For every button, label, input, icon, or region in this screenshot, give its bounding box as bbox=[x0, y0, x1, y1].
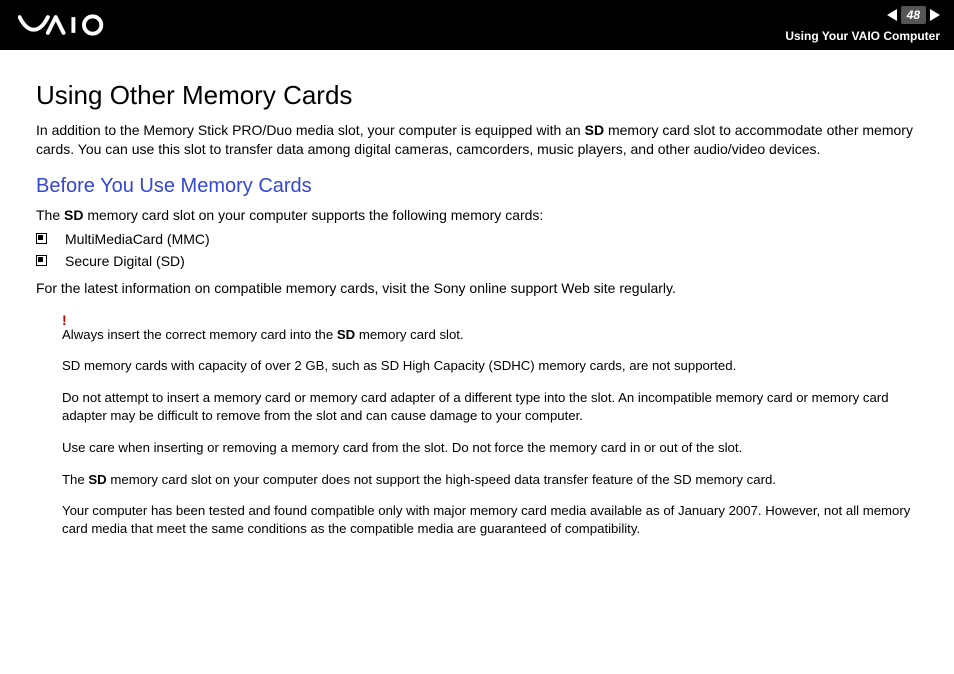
bullet-icon bbox=[36, 233, 47, 244]
latest-info: For the latest information on compatible… bbox=[36, 279, 918, 298]
section-label: Using Your VAIO Computer bbox=[785, 28, 940, 44]
intro-pre: In addition to the Memory Stick PRO/Duo … bbox=[36, 122, 585, 138]
intro-bold: SD bbox=[585, 122, 604, 138]
supports-post: memory card slot on your computer suppor… bbox=[83, 207, 543, 223]
list-item: MultiMediaCard (MMC) bbox=[36, 231, 918, 247]
subheading: Before You Use Memory Cards bbox=[36, 175, 918, 198]
next-page-icon[interactable] bbox=[930, 9, 940, 21]
bullet-text: MultiMediaCard (MMC) bbox=[65, 231, 210, 247]
supports-bold: SD bbox=[64, 207, 83, 223]
note5-bold: SD bbox=[88, 472, 106, 487]
vaio-logo bbox=[18, 14, 144, 36]
page-content: Using Other Memory Cards In addition to … bbox=[0, 50, 954, 572]
note-text: Use care when inserting or removing a me… bbox=[62, 439, 918, 457]
note1-pre: Always insert the correct memory card in… bbox=[62, 327, 337, 342]
page-number: 48 bbox=[901, 6, 926, 24]
note-text: The SD memory card slot on your computer… bbox=[62, 471, 918, 489]
bullet-text: Secure Digital (SD) bbox=[65, 253, 185, 269]
intro-paragraph: In addition to the Memory Stick PRO/Duo … bbox=[36, 121, 918, 159]
note-text: Your computer has been tested and found … bbox=[62, 502, 918, 538]
page-header: 48 Using Your VAIO Computer bbox=[0, 0, 954, 50]
note1-bold: SD bbox=[337, 327, 355, 342]
note-text: Do not attempt to insert a memory card o… bbox=[62, 389, 918, 425]
notes-block: ! Always insert the correct memory card … bbox=[62, 312, 918, 539]
pager: 48 bbox=[887, 6, 940, 24]
bullet-list: MultiMediaCard (MMC) Secure Digital (SD) bbox=[36, 231, 918, 269]
note-text: SD memory cards with capacity of over 2 … bbox=[62, 357, 918, 375]
supports-text: The SD memory card slot on your computer… bbox=[36, 206, 918, 225]
note-text: Always insert the correct memory card in… bbox=[62, 326, 918, 344]
note5-post: memory card slot on your computer does n… bbox=[107, 472, 776, 487]
list-item: Secure Digital (SD) bbox=[36, 253, 918, 269]
note1-post: memory card slot. bbox=[355, 327, 463, 342]
prev-page-icon[interactable] bbox=[887, 9, 897, 21]
note5-pre: The bbox=[62, 472, 88, 487]
bullet-icon bbox=[36, 255, 47, 266]
page-title: Using Other Memory Cards bbox=[36, 80, 918, 111]
supports-pre: The bbox=[36, 207, 64, 223]
header-right: 48 Using Your VAIO Computer bbox=[785, 6, 940, 43]
